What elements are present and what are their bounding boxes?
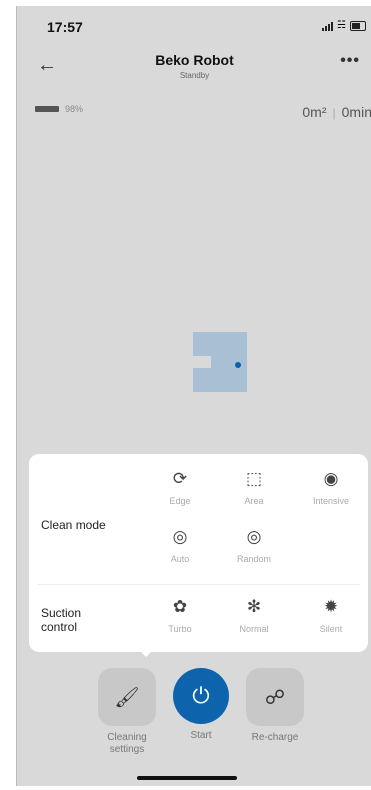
panel-divider xyxy=(37,584,360,585)
robot-battery: 98% xyxy=(35,104,83,114)
phone-battery-icon xyxy=(350,20,366,31)
clean-mode-label-edge: Edge xyxy=(169,496,191,506)
home-indicator[interactable] xyxy=(137,776,237,780)
map-notch xyxy=(193,356,211,368)
stats-divider: | xyxy=(332,106,336,120)
clean-mode-label-auto: Auto xyxy=(170,554,190,564)
brush-icon: 🖌 xyxy=(98,668,156,726)
status-bar: 17:57 ☵ xyxy=(17,6,371,42)
fan-normal-icon: ✻ xyxy=(246,597,262,616)
random-icon: ◎ xyxy=(246,527,262,546)
start-button[interactable]: ⏻ Start xyxy=(171,668,231,742)
recharge-button[interactable]: ☍ Re-charge xyxy=(245,668,305,744)
system-icons: ☵ xyxy=(322,20,366,31)
edge-icon: ⟳ xyxy=(172,469,188,488)
clean-mode-intensive[interactable]: ◉ Intensive xyxy=(296,468,366,506)
cleaning-stats: 0m² | 0min xyxy=(302,104,371,120)
clean-mode-label: Clean mode xyxy=(41,518,106,532)
auto-icon: ◎ xyxy=(172,527,188,546)
suction-label-turbo: Turbo xyxy=(168,624,192,634)
status-time: 17:57 xyxy=(47,19,83,35)
clean-mode-label-area: Area xyxy=(244,496,264,506)
suction-turbo[interactable]: ✿ Turbo xyxy=(145,596,215,634)
plug-icon: ☍ xyxy=(246,668,304,726)
robot-status: Standby xyxy=(179,71,210,80)
app-screen: 17:57 ☵ ← Beko Robot Standby ••• 98% 0m²… xyxy=(16,6,371,786)
clean-mode-random[interactable]: ◎ Random xyxy=(219,526,289,564)
suction-label-normal: Normal xyxy=(239,624,269,634)
cleaning-time: 0min xyxy=(341,104,371,120)
suction-silent[interactable]: ✹ Silent xyxy=(296,596,366,634)
more-dots-icon[interactable]: ••• xyxy=(340,52,360,70)
clean-mode-label-intensive: Intensive xyxy=(312,496,350,506)
signal-icon xyxy=(322,21,334,31)
cleaned-area: 0m² xyxy=(302,104,327,120)
robot-position-marker xyxy=(235,362,241,368)
battery-level: 98% xyxy=(65,104,84,114)
cleaning-map[interactable] xyxy=(193,332,247,392)
app-header: ← Beko Robot Standby ••• xyxy=(17,46,371,96)
fan-turbo-icon: ✿ xyxy=(172,597,188,616)
suction-control-label: Suction control xyxy=(41,606,82,634)
suction-label-silent: Silent xyxy=(319,624,343,634)
clean-settings-panel: Clean mode ⟳ Edge ⬚ Area ◉ Intensive ◎ A… xyxy=(29,454,368,657)
clean-mode-area[interactable]: ⬚ Area xyxy=(219,468,289,506)
clean-mode-label-random: Random xyxy=(236,554,272,564)
wifi-icon: ☵ xyxy=(337,20,346,31)
battery-icon xyxy=(35,106,59,112)
clean-mode-edge[interactable]: ⟳ Edge xyxy=(145,468,215,506)
fan-silent-icon: ✹ xyxy=(323,597,339,616)
cleaning-settings-label: Cleaning settings xyxy=(107,732,147,755)
recharge-label: Re-charge xyxy=(251,732,299,743)
suction-normal[interactable]: ✻ Normal xyxy=(219,596,289,634)
start-label: Start xyxy=(190,730,212,741)
panel-pointer xyxy=(139,650,153,657)
page-title: Beko Robot xyxy=(155,52,234,68)
cleaning-settings-button[interactable]: 🖌 Cleaning settings xyxy=(97,668,157,756)
power-icon: ⏻ xyxy=(173,668,229,724)
intensive-icon: ◉ xyxy=(323,469,339,488)
area-icon: ⬚ xyxy=(245,469,263,488)
bottom-controls: 🖌 Cleaning settings ⏻ Start ☍ Re-charge xyxy=(17,668,371,768)
clean-mode-auto[interactable]: ◎ Auto xyxy=(145,526,215,564)
